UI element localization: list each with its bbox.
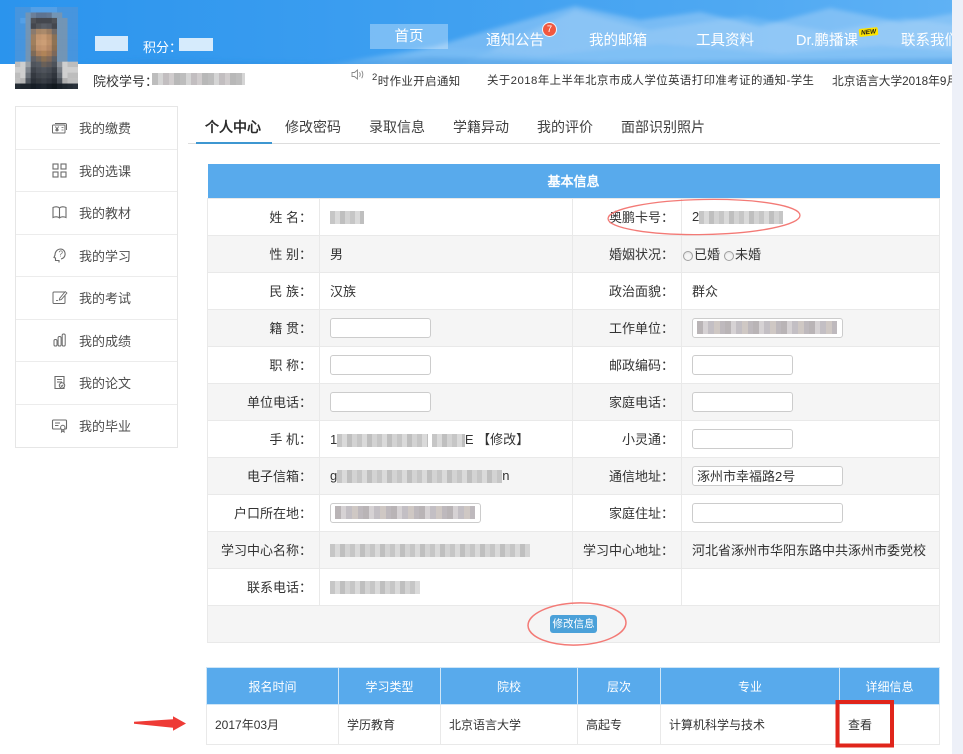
svg-text:?: ? [59, 249, 64, 258]
svg-text:¥: ¥ [55, 125, 59, 134]
